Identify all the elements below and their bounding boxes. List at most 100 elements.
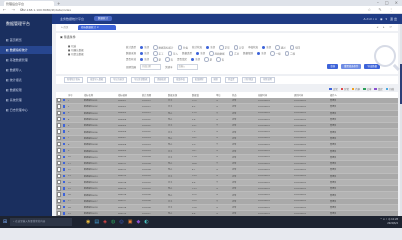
radio-icon[interactable] — [167, 51, 173, 56]
filter-option[interactable]: 否 — [165, 57, 173, 62]
table-header-cell[interactable]: 指标编码 — [117, 93, 141, 97]
table-header-cell[interactable]: 数据来源 — [167, 93, 191, 97]
checkbox[interactable] — [57, 205, 62, 210]
tab-home[interactable]: ⌂ 首页 — [58, 25, 71, 30]
filter-option[interactable]: 通过 — [275, 45, 286, 50]
quick-action-button[interactable]: 批量删除 — [191, 77, 207, 83]
table-header-cell[interactable]: 操作人 — [329, 93, 355, 97]
taskbar-app-icon[interactable]: ◉ — [86, 219, 90, 225]
taskbar-app-icon[interactable]: ▣ — [128, 219, 133, 225]
radio-icon[interactable] — [153, 51, 158, 56]
filter-option[interactable]: 二级 — [284, 51, 295, 56]
filter-option[interactable]: 全部 — [206, 45, 215, 49]
table-header-cell[interactable]: 状态 — [231, 93, 257, 97]
sidebar-item[interactable]: ◧ 数据权限 — [0, 86, 52, 94]
quick-action-button[interactable]: 批量导入数据 — [87, 77, 107, 83]
sidebar-item[interactable]: ◧ 数据导入 — [0, 66, 52, 74]
filter-option[interactable]: 正常 — [219, 45, 230, 50]
quick-action-button[interactable]: 打印预览 — [241, 77, 257, 83]
filter-option[interactable]: 全部 — [191, 57, 200, 61]
filter-option[interactable]: 分类 — [177, 45, 188, 50]
url-field[interactable]: 192.168.1.100:8080/#/data/index — [20, 8, 71, 12]
filter-option[interactable]: 汇总 — [228, 51, 239, 56]
checkbox[interactable] — [57, 110, 62, 115]
table-header-cell[interactable]: 序号 — [67, 93, 83, 97]
checkbox[interactable] — [57, 173, 62, 178]
filter-option[interactable]: 是 — [204, 57, 212, 62]
quick-action-button[interactable]: 刷新 — [210, 77, 221, 83]
radio-icon[interactable] — [216, 57, 221, 62]
radio-icon[interactable] — [275, 45, 280, 50]
sidebar-item[interactable]: ◧ 基础数据管理 — [0, 56, 52, 64]
checkbox[interactable] — [57, 135, 62, 141]
radio-icon[interactable] — [270, 51, 275, 56]
quick-action-button[interactable]: 列设置 — [224, 77, 238, 83]
radio-icon[interactable] — [228, 51, 234, 56]
checkbox[interactable] — [57, 116, 62, 122]
radio-icon[interactable] — [209, 51, 214, 56]
filter-option[interactable]: 是 — [153, 57, 161, 62]
checkbox[interactable] — [57, 154, 62, 160]
tab-nav-icons[interactable]: ◂ ▸ ⟳ — [377, 25, 394, 29]
radio-icon[interactable] — [153, 45, 158, 50]
checkbox[interactable] — [57, 160, 62, 166]
checkbox[interactable] — [57, 123, 62, 128]
user-menu[interactable]: Admin ◉ ▾ 退出 — [363, 17, 398, 21]
taskbar-app-icon[interactable]: ◐ — [144, 219, 148, 225]
table-header-cell[interactable]: 更新时间 — [293, 93, 329, 97]
filter-option[interactable]: 数据指标统计 — [153, 45, 174, 50]
radio-icon[interactable] — [284, 51, 290, 56]
filter-option[interactable]: 导入 — [167, 51, 178, 56]
taskbar-search[interactable]: ⌕ 在这里输入你要搜索的内容 — [10, 218, 72, 226]
radio-icon[interactable] — [140, 57, 144, 61]
checkbox[interactable] — [57, 97, 62, 103]
close-icon[interactable]: × — [395, 0, 398, 5]
table-header-cell[interactable]: 统计周期 — [141, 93, 167, 97]
quick-action-button[interactable]: 新增统计指标 — [64, 77, 84, 83]
checkbox[interactable] — [57, 192, 62, 197]
table-header-cell[interactable]: 创建时间 — [257, 93, 293, 97]
sidebar-item[interactable]: ◧ 日志管理中心 — [0, 106, 52, 114]
checkbox[interactable] — [57, 167, 62, 172]
table-header-cell[interactable]: 指标名称 — [83, 93, 117, 97]
reset-button[interactable]: 重置筛选条件 — [341, 64, 362, 69]
minimize-icon[interactable]: – — [377, 0, 379, 5]
filter-option[interactable]: 全部 — [196, 51, 205, 55]
filter-option[interactable]: 原始数据 — [209, 51, 225, 56]
filter-option[interactable]: 否 — [216, 57, 224, 62]
breadcrumb-badge[interactable]: 数据统计 — [94, 16, 112, 21]
sidebar-item[interactable]: ◧ 首页概览 — [0, 36, 52, 44]
filter-option[interactable]: 全部 — [262, 45, 271, 49]
radio-icon[interactable] — [165, 57, 170, 62]
taskbar-app-icon[interactable]: ◈ — [103, 219, 107, 225]
filter-option[interactable]: 全部 — [257, 51, 266, 55]
taskbar-app-icon[interactable]: ◆ — [136, 219, 140, 225]
checkbox[interactable] — [57, 148, 62, 153]
date-from-input[interactable]: 开始日期 — [140, 64, 162, 70]
quick-action-button[interactable]: 帮助说明 — [260, 77, 275, 83]
radio-icon[interactable] — [219, 45, 224, 50]
radio-icon[interactable] — [289, 45, 295, 50]
tray-icons-clock[interactable]: ^ ⊡ ♪ 中 10:28 — [380, 218, 398, 222]
filter-option[interactable]: 驳回 — [289, 45, 300, 50]
maximize-icon[interactable]: □ — [385, 0, 389, 5]
filter-option[interactable]: 全部 — [140, 57, 149, 61]
taskbar-app-icon[interactable]: ◎ — [119, 219, 123, 225]
filter-option[interactable]: 异常 — [233, 45, 244, 50]
keyword-input[interactable]: 请输入 — [176, 64, 198, 70]
filter-option[interactable]: 一级 — [270, 51, 281, 56]
sidebar-item[interactable]: ◧ 统计报表 — [0, 76, 52, 84]
radio-icon[interactable] — [233, 45, 239, 50]
table-header-cell[interactable]: 数据值 — [191, 93, 215, 97]
filter-option[interactable]: 手工 — [153, 51, 164, 56]
radio-icon[interactable] — [140, 51, 144, 55]
quick-action-button[interactable]: 导出全部数据 — [131, 77, 151, 83]
extension-icons[interactable]: ☆ ✎ ⋮ — [368, 7, 396, 12]
checkbox[interactable] — [57, 198, 62, 204]
taskbar-app-icon[interactable]: ▤ — [94, 219, 99, 225]
sidebar-item[interactable]: ◧ 数据指标统计 — [0, 46, 52, 54]
quick-action-button[interactable]: 导出当前页 — [110, 77, 128, 83]
radio-icon[interactable] — [191, 57, 195, 61]
filter-option[interactable]: 全部 — [140, 45, 149, 49]
quick-action-button[interactable]: 数据校验 — [154, 77, 170, 83]
